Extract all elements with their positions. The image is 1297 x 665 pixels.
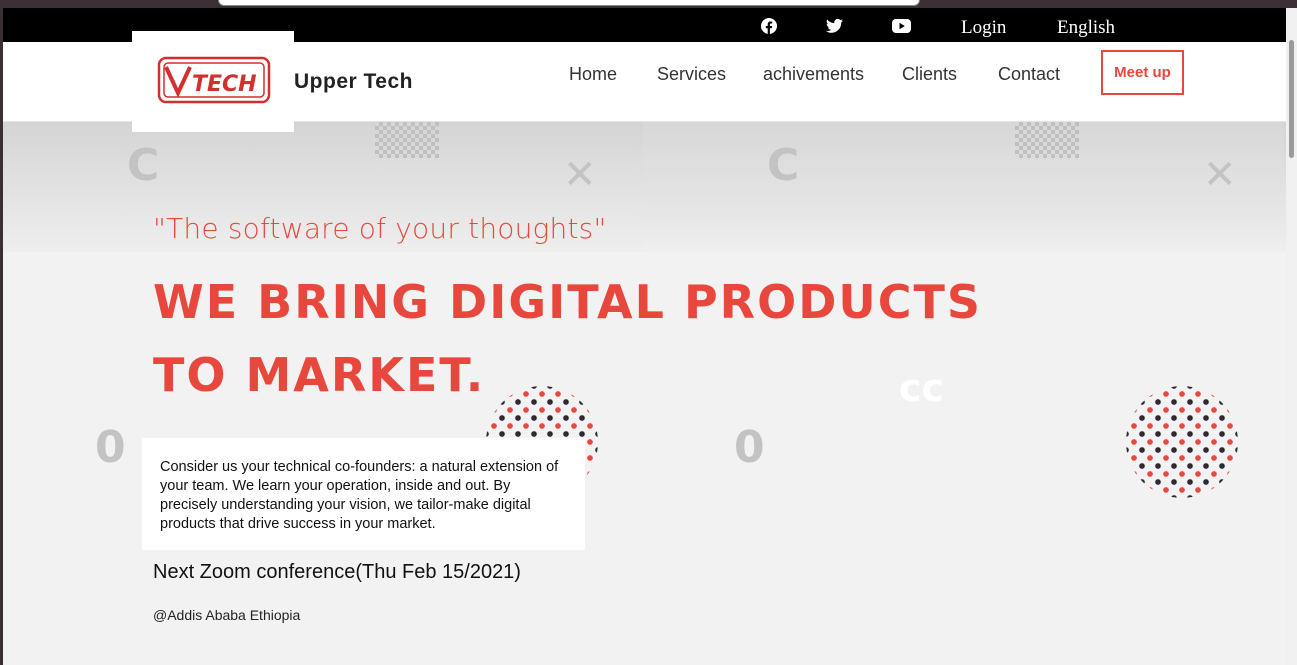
decorative-dot-circle [1126,386,1238,498]
decorative-checker [375,122,439,158]
hero-tagline: "The software of your thoughts" [153,212,607,245]
decorative-glyph: 0 [95,422,126,473]
meet-up-button[interactable]: Meet up [1101,50,1184,95]
description-card: Consider us your technical co-founders: … [142,438,585,550]
hero-description: Consider us your technical co-founders: … [160,459,559,532]
decorative-glyph: ✕ [563,152,597,198]
decorative-checker [1015,122,1079,158]
page-scrollbar[interactable] [1286,8,1297,665]
brand-name: Upper Tech [294,70,413,93]
nav-contact[interactable]: Contact [998,64,1060,85]
event-location: @Addis Ababa Ethiopia [153,607,301,623]
youtube-icon[interactable] [892,18,911,34]
login-link[interactable]: Login [961,17,1006,39]
nav-services[interactable]: Services [657,64,726,85]
twitter-icon[interactable] [826,18,843,34]
hero-section: C C ✕ ✕ 0 0 cc "The software of your tho… [3,122,1286,665]
scrollbar-thumb[interactable] [1289,40,1294,158]
logo[interactable]: TECH [132,31,294,132]
browser-chrome [0,0,1297,8]
language-selector[interactable]: English [1057,17,1115,39]
decorative-glyph: ✕ [1203,152,1237,198]
nav-achievements[interactable]: achivements [763,64,864,85]
hero-headline: We bring digital products to market. [153,266,1053,412]
decorative-glyph: C [127,140,160,191]
facebook-icon[interactable] [761,18,777,34]
decorative-glyph: C [767,140,800,191]
nav-clients[interactable]: Clients [902,64,957,85]
logo-text: TECH [192,72,257,97]
logo-mark: TECH [157,56,271,104]
site-header: TECH Upper Tech Home Services achivement… [3,31,1286,132]
hero-background-image-repeat [643,122,1283,252]
nav-home[interactable]: Home [569,64,617,85]
hero-headline-line-2: to market. [153,348,486,402]
address-bar[interactable] [218,0,920,6]
hero-headline-line-1: We bring digital products [153,275,982,329]
event-announcement: Next Zoom conference(Thu Feb 15/2021) [153,561,521,583]
decorative-glyph: 0 [734,422,765,473]
page-viewport: Login English C C ✕ ✕ 0 0 cc "The softwa… [3,8,1286,665]
